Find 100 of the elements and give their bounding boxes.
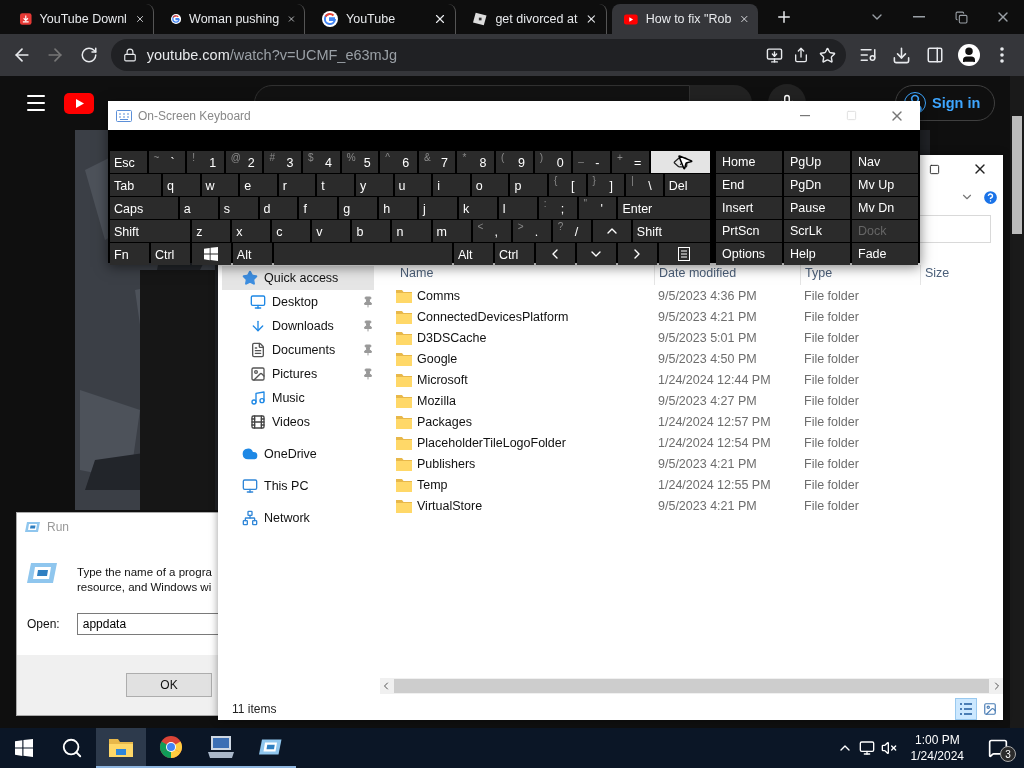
keyboard-key[interactable]: o — [471, 174, 509, 196]
nav-item[interactable]: Desktop — [222, 290, 374, 314]
address-bar[interactable]: youtube.com/watch?v=UCMF_e63mJg — [110, 39, 847, 71]
keyboard-key[interactable]: ! 1 — [187, 151, 224, 173]
keyboard-key[interactable]: PgUp — [784, 151, 850, 173]
keyboard-key[interactable]: m — [432, 220, 471, 242]
keyboard-key[interactable]: End — [716, 174, 782, 196]
nav-item[interactable]: Quick access — [222, 266, 374, 290]
keyboard-key[interactable]: y — [355, 174, 393, 196]
keyboard-key[interactable]: Shift — [632, 220, 710, 242]
keyboard-key[interactable]: i — [433, 174, 470, 196]
keyboard-key[interactable]: Home — [716, 151, 782, 173]
keyboard-key[interactable]: Mv Dn — [852, 197, 918, 219]
keyboard-key[interactable]: q — [162, 174, 200, 196]
keyboard-key[interactable]: Alt — [232, 243, 272, 265]
file-name[interactable]: D3DSCache — [396, 327, 654, 348]
keyboard-key[interactable]: Insert — [716, 197, 782, 219]
keyboard-key[interactable]: ScrLk — [784, 220, 850, 242]
keyboard-key[interactable]: ~ ` — [148, 151, 186, 173]
file-name[interactable]: Mozilla — [396, 390, 654, 411]
keyboard-key[interactable]: & 7 — [418, 151, 456, 173]
file-name[interactable]: Publishers — [396, 453, 654, 474]
keyboard-key[interactable]: PrtScn — [716, 220, 782, 242]
keyboard-key[interactable]: k — [458, 197, 497, 219]
file-name[interactable]: ConnectedDevicesPlatform — [396, 306, 654, 327]
keyboard-key[interactable]: Ctrl — [494, 243, 534, 265]
keyboard-key[interactable]: Pause — [784, 197, 850, 219]
keyboard-key[interactable]: Del — [664, 174, 710, 196]
keyboard-key[interactable]: j — [419, 197, 457, 219]
nav-item[interactable]: Videos — [222, 410, 374, 434]
keyboard-key[interactable]: $ 4 — [303, 151, 340, 173]
keyboard-key[interactable]: Fn — [110, 243, 149, 265]
keyboard-key[interactable]: s — [219, 197, 258, 219]
file-name[interactable]: PlaceholderTileLogoFolder — [396, 432, 654, 453]
keyboard-key[interactable]: Enter — [618, 197, 710, 219]
file-name[interactable]: VirtualStore — [396, 495, 654, 516]
keyboard-key[interactable]: + = — [611, 151, 649, 173]
keyboard-key[interactable]: Alt — [453, 243, 493, 265]
file-name[interactable]: Microsoft — [396, 369, 654, 390]
nav-item[interactable]: Network — [222, 506, 374, 530]
file-name[interactable]: Temp — [396, 474, 654, 495]
keyboard-key[interactable]: g — [339, 197, 378, 219]
keyboard-key[interactable]: { [ — [549, 174, 586, 196]
keyboard-key[interactable]: @ 2 — [225, 151, 263, 173]
keyboard-key[interactable]: h — [379, 197, 417, 219]
keyboard-key[interactable]: < , — [472, 220, 511, 242]
keyboard-key[interactable]: ^ 6 — [380, 151, 417, 173]
nav-item[interactable]: OneDrive — [222, 442, 374, 466]
keyboard-key[interactable]: | \ — [626, 174, 663, 196]
keyboard-key[interactable]: c — [272, 220, 311, 242]
keyboard-key[interactable]: " ' — [578, 197, 617, 219]
keyboard-key[interactable]: v — [312, 220, 351, 242]
nav-item[interactable]: Pictures — [222, 362, 374, 386]
keyboard-key[interactable]: d — [259, 197, 298, 219]
keyboard-key[interactable]: ) 0 — [534, 151, 572, 173]
keyboard-key[interactable]: t — [317, 174, 354, 196]
keyboard-key[interactable]: Caps — [110, 197, 178, 219]
file-name[interactable]: Packages — [396, 411, 654, 432]
keyboard-key[interactable]: u — [394, 174, 432, 196]
keyboard-key[interactable]: } ] — [587, 174, 625, 196]
column-header[interactable]: Size — [920, 265, 1003, 285]
keyboard-key[interactable]: ? / — [552, 220, 591, 242]
keyboard-key[interactable]: p — [510, 174, 547, 196]
keyboard-key[interactable]: x — [232, 220, 271, 242]
keyboard-key[interactable]: b — [352, 220, 391, 242]
keyboard-key[interactable]: Nav — [852, 151, 918, 173]
clock[interactable]: 1:00 PM 1/24/2024 — [902, 732, 972, 764]
keyboard-key[interactable]: e — [240, 174, 277, 196]
keyboard-key[interactable]: PgDn — [784, 174, 850, 196]
keyboard-key[interactable]: * 8 — [457, 151, 495, 173]
keyboard-key[interactable]: f — [299, 197, 338, 219]
keyboard-key[interactable]: Shift — [110, 220, 191, 242]
keyboard-key[interactable]: ( 9 — [496, 151, 533, 173]
file-name[interactable]: Google — [396, 348, 654, 369]
open-field[interactable]: appdata — [76, 613, 218, 635]
keyboard-key[interactable]: Ctrl — [150, 243, 190, 265]
keyboard-key[interactable]: z — [192, 220, 231, 242]
keyboard-key[interactable]: Mv Up — [852, 174, 918, 196]
keyboard-key[interactable]: # 3 — [264, 151, 302, 173]
nav-item[interactable]: Music — [222, 386, 374, 410]
keyboard-key[interactable]: r — [278, 174, 316, 196]
keyboard-key[interactable]: > . — [512, 220, 551, 242]
file-name[interactable]: Comms — [396, 285, 654, 306]
keyboard-key[interactable]: % 5 — [341, 151, 379, 173]
keyboard-key[interactable]: w — [201, 174, 239, 196]
keyboard-key[interactable]: l — [498, 197, 537, 219]
keyboard-key[interactable]: Tab — [110, 174, 161, 196]
nav-item[interactable]: Documents — [222, 338, 374, 362]
column-header[interactable]: Name — [396, 265, 654, 285]
keyboard-key[interactable]: n — [392, 220, 431, 242]
keyboard-key[interactable]: Options — [716, 243, 782, 265]
nav-item[interactable]: This PC — [222, 474, 374, 498]
nav-item[interactable]: Downloads — [222, 314, 374, 338]
keyboard-key[interactable]: : ; — [538, 197, 577, 219]
keyboard-key[interactable]: Help — [784, 243, 850, 265]
keyboard-key[interactable]: a — [179, 197, 218, 219]
browser-tab[interactable]: How to fix "Rob — [612, 4, 758, 34]
keyboard-key[interactable]: Esc — [110, 151, 147, 173]
keyboard-key[interactable]: _ - — [573, 151, 610, 173]
ok-button[interactable]: OK — [126, 673, 212, 697]
